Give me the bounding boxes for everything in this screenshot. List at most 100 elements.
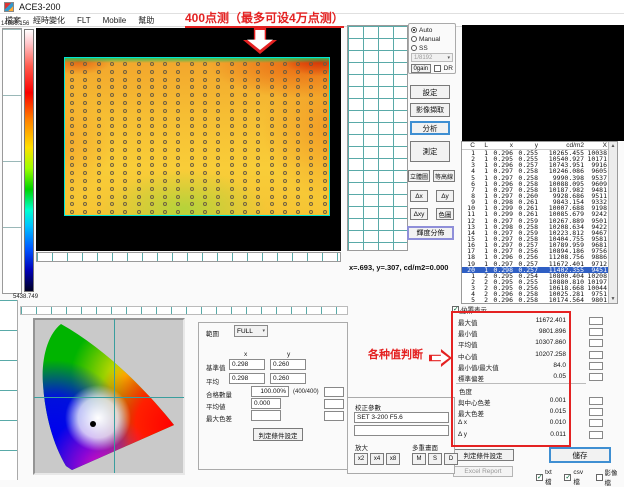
measure-point-icon bbox=[323, 148, 327, 152]
contour-button[interactable]: 等高線 bbox=[433, 170, 455, 182]
table-row[interactable]: 520.2960.25810174.5649801 bbox=[462, 297, 617, 303]
measure-point-icon bbox=[163, 124, 167, 128]
measurement-table[interactable]: C L x y cd/m2 X 110.2960.25510265.455100… bbox=[461, 141, 618, 304]
menu-item[interactable]: 幫助 bbox=[138, 15, 154, 26]
radio-icon[interactable] bbox=[411, 36, 417, 42]
zoom-x8-button[interactable]: x8 bbox=[386, 453, 400, 465]
measure-point-icon bbox=[283, 93, 287, 97]
measure-point-icon bbox=[243, 148, 247, 152]
range-label: 範圍 bbox=[206, 328, 219, 338]
range-judge-condition-button[interactable]: 判定條件設定 bbox=[253, 428, 303, 441]
measure-point-icon bbox=[203, 62, 207, 66]
menu-item[interactable]: 經時變化 bbox=[33, 15, 65, 26]
measure-point-icon bbox=[163, 78, 167, 82]
color-map-button[interactable]: 色圖 bbox=[436, 208, 454, 220]
save-format-check-txt檔[interactable]: ✓txt檔 bbox=[536, 469, 558, 486]
base-y-field[interactable]: 0.260 bbox=[270, 359, 306, 370]
maxdiff-judge-box bbox=[324, 411, 344, 421]
result-row: 最大色差0.015 bbox=[458, 408, 570, 418]
maxdiff-value-field[interactable] bbox=[251, 410, 281, 421]
delta-x-button[interactable]: Δx bbox=[410, 190, 428, 202]
measure-point-icon bbox=[309, 171, 313, 175]
checkbox[interactable]: ✓ bbox=[536, 474, 543, 481]
measure-point-icon bbox=[190, 109, 194, 113]
multi-screen-buttons: MSD bbox=[412, 453, 458, 465]
measure-point-icon bbox=[270, 210, 274, 214]
calibration-value2-field[interactable] bbox=[354, 425, 449, 436]
avg-x-field[interactable]: 0.298 bbox=[229, 373, 265, 384]
scroll-down-icon[interactable]: ▼ bbox=[611, 296, 616, 302]
measure-point-icon bbox=[137, 156, 141, 160]
measure-point-icon bbox=[216, 117, 220, 121]
measure-point-icon bbox=[110, 140, 114, 144]
analyze-button[interactable]: 分析 bbox=[410, 121, 450, 135]
calibration-value-field[interactable]: SET 3-200 F5.6 bbox=[354, 412, 449, 423]
capture-radio-manual[interactable]: Manual bbox=[411, 35, 453, 43]
result-row: Δ x0.010 bbox=[458, 419, 570, 429]
menu-item[interactable]: FLT bbox=[77, 16, 91, 25]
table-scrollbar[interactable]: ▲▼ bbox=[608, 142, 617, 303]
zero-gain-button[interactable]: 0gain bbox=[411, 64, 431, 73]
measure-point-icon bbox=[83, 210, 87, 214]
judge-condition-button[interactable]: 判定條件設定 bbox=[452, 449, 514, 461]
checkbox[interactable]: ✓ bbox=[564, 474, 571, 481]
measure-point-icon bbox=[176, 156, 180, 160]
measurement-table-body: 110.2960.25510265.45510038210.2950.25510… bbox=[462, 150, 617, 304]
multi-screen-d-button[interactable]: D bbox=[444, 453, 458, 465]
base-x-field[interactable]: 0.298 bbox=[229, 359, 265, 370]
checkbox[interactable] bbox=[596, 474, 603, 481]
capture-radio-ss[interactable]: SS bbox=[411, 44, 453, 52]
measure-point-icon bbox=[230, 202, 234, 206]
measure-point-icon bbox=[163, 171, 167, 175]
measure-point-icon bbox=[270, 70, 274, 74]
measure-point-icon bbox=[309, 70, 313, 74]
measure-point-icon bbox=[203, 132, 207, 136]
delta-y-button[interactable]: Δy bbox=[436, 190, 454, 202]
measure-point-icon bbox=[243, 163, 247, 167]
save-format-check-csv檔[interactable]: ✓csv檔 bbox=[564, 469, 589, 486]
menu-item[interactable]: Mobile bbox=[103, 16, 127, 25]
measure-point-icon bbox=[256, 62, 260, 66]
radio-icon[interactable] bbox=[411, 27, 417, 33]
luminance-heatmap[interactable] bbox=[64, 57, 330, 216]
save-format-check-影像檔[interactable]: 影像檔 bbox=[596, 467, 624, 487]
zoom-x4-button[interactable]: x4 bbox=[370, 453, 384, 465]
measure-point-icon bbox=[176, 171, 180, 175]
avg-y-field[interactable]: 0.260 bbox=[270, 373, 306, 384]
cie-horseshoe-diagram bbox=[36, 320, 176, 472]
capture-radio-auto[interactable]: Auto bbox=[411, 26, 453, 34]
measure-point-icon bbox=[83, 156, 87, 160]
camera-preview bbox=[462, 25, 624, 141]
measure-point-icon bbox=[163, 187, 167, 191]
measure-point-icon bbox=[296, 140, 300, 144]
measure-point-icon bbox=[176, 70, 180, 74]
image-capture-button[interactable]: 影像擷取 bbox=[410, 103, 450, 117]
measure-point-icon bbox=[83, 93, 87, 97]
solid-view-button[interactable]: 立體圖 bbox=[408, 170, 430, 182]
exposure-select[interactable]: 1/8192▾ bbox=[411, 53, 453, 62]
save-button[interactable]: 儲存 bbox=[549, 447, 611, 463]
delta-xy-button[interactable]: Δxy bbox=[410, 208, 428, 220]
measure-button[interactable]: 測定 bbox=[410, 141, 450, 162]
multi-screen-m-button[interactable]: M bbox=[412, 453, 426, 465]
measure-point-icon bbox=[296, 202, 300, 206]
measure-point-icon bbox=[137, 179, 141, 183]
col-x-header: x bbox=[244, 351, 247, 358]
position-checkbox[interactable]: ✓ bbox=[452, 306, 459, 313]
dr-checkbox[interactable] bbox=[434, 65, 441, 72]
measure-point-icon bbox=[203, 202, 207, 206]
multi-screen-s-button[interactable]: S bbox=[428, 453, 442, 465]
pass-value-field[interactable]: 100.00% bbox=[251, 386, 289, 397]
luminance-distribution-button[interactable]: 輝度分佈 bbox=[407, 226, 454, 240]
table-header: C L x y cd/m2 X bbox=[462, 142, 617, 150]
measure-point-icon bbox=[296, 62, 300, 66]
mean-value-field[interactable]: 0.000 bbox=[251, 398, 281, 409]
measure-point-icon bbox=[309, 124, 313, 128]
measure-point-icon bbox=[270, 148, 274, 152]
scroll-up-icon[interactable]: ▲ bbox=[611, 143, 616, 149]
range-select[interactable]: FULL▾ bbox=[234, 325, 268, 337]
settings-button[interactable]: 設定 bbox=[410, 85, 450, 99]
capture-radio-list: AutoManualSS bbox=[411, 26, 453, 52]
zoom-x2-button[interactable]: x2 bbox=[354, 453, 368, 465]
radio-icon[interactable] bbox=[411, 45, 417, 51]
